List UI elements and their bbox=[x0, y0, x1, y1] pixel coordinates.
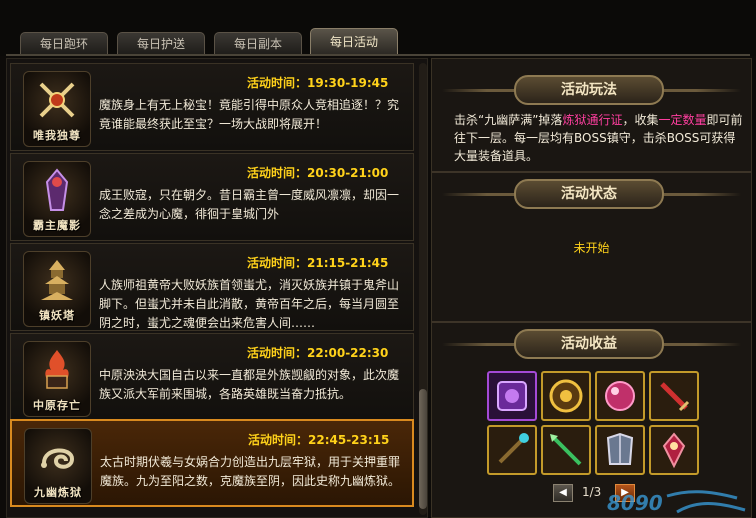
activity-time: 活动时间：20:30-21:00 bbox=[247, 166, 389, 180]
activity-icon-label: 镇妖塔 bbox=[39, 309, 75, 322]
reward-slot[interactable] bbox=[649, 371, 699, 421]
rules-header: 活动玩法 bbox=[432, 73, 751, 107]
red-sword-icon bbox=[660, 382, 690, 412]
section-divider bbox=[432, 171, 751, 173]
rewards-header: 活动收益 bbox=[432, 327, 751, 361]
reward-slot[interactable] bbox=[595, 371, 645, 421]
reward-slot[interactable] bbox=[487, 425, 537, 475]
crossed-swords-icon: 唯我独尊 bbox=[23, 71, 91, 147]
rewards-title: 活动收益 bbox=[514, 329, 664, 359]
status-value: 未开始 bbox=[573, 241, 610, 255]
activity-time: 活动时间：22:45-23:15 bbox=[248, 433, 390, 447]
activity-description: 成王败寇，只在朝夕。昔日霸主曾一度威风凛凛，却因一念之差成为心魔，徘徊于皇城门外 bbox=[99, 188, 400, 221]
activity-icon-label: 中原存亡 bbox=[33, 399, 81, 412]
activity-detail-panel: 活动玩法 击杀“九幽萨满”掉落炼狱通行证，收集一定数量即可前往下一层。每一层均有… bbox=[431, 58, 752, 518]
reward-slot[interactable] bbox=[487, 371, 537, 421]
tab-daily-activity[interactable]: 每日活动 bbox=[310, 28, 398, 55]
tab-daily-loop[interactable]: 每日跑环 bbox=[20, 32, 108, 54]
rules-text-part: 击杀“九幽萨满”掉落 bbox=[454, 113, 563, 127]
activity-time: 活动时间：21:15-21:45 bbox=[247, 256, 389, 270]
activity-time: 活动时间：19:30-19:45 bbox=[247, 76, 389, 90]
reward-slot[interactable] bbox=[541, 371, 591, 421]
activity-description: 魔族身上有无上秘宝！竟能引得中原众人竞相追逐！？究竟谁能最终获此至宝？一场大战即… bbox=[99, 98, 400, 131]
previous-page-button[interactable]: ◀ bbox=[553, 484, 573, 502]
pagoda-icon: 镇妖塔 bbox=[23, 251, 91, 327]
reward-slot[interactable] bbox=[649, 425, 699, 475]
rules-highlight-item: 炼狱通行证 bbox=[562, 113, 623, 127]
activity-item[interactable]: 唯我独尊 活动时间：19:30-19:45 魔族身上有无上秘宝！竟能引得中原众人… bbox=[10, 63, 414, 151]
activity-icon-label: 九幽炼狱 bbox=[34, 486, 82, 499]
svg-text:8090: 8090 bbox=[607, 491, 663, 515]
activity-item[interactable]: 霸主魔影 活动时间：20:30-21:00 成王败寇，只在朝夕。昔日霸主曾一度威… bbox=[10, 153, 414, 241]
activity-description: 人族师祖黄帝大败妖族首领蚩尤，消灭妖族并镇于鬼斧山脚下。但蚩尤并未自此消散，黄帝… bbox=[99, 278, 400, 330]
site-watermark-logo: 8090 bbox=[607, 490, 746, 515]
activity-item[interactable]: 中原存亡 活动时间：22:00-22:30 中原泱泱大国自古以来一直都是外族觊觎… bbox=[10, 333, 414, 421]
activity-description: 太古时期伏羲与女娲合力创造出九层牢狱，用于关押重罪魔族。九为至阳之数，克魔族至阴… bbox=[100, 455, 401, 488]
red-pendant-icon bbox=[662, 432, 686, 469]
activity-icon-label: 唯我独尊 bbox=[33, 129, 81, 142]
rules-highlight-amount: 一定数量 bbox=[658, 113, 707, 127]
activity-time: 活动时间：22:00-22:30 bbox=[247, 346, 389, 360]
jeweled-staff-icon bbox=[498, 433, 529, 464]
activity-item[interactable]: 镇妖塔 活动时间：21:15-21:45 人族师祖黄帝大败妖族首领蚩尤，消灭妖族… bbox=[10, 243, 414, 331]
rules-text-part: ，收集 bbox=[622, 113, 659, 127]
scrollbar-thumb[interactable] bbox=[419, 389, 427, 509]
reward-slot[interactable] bbox=[541, 425, 591, 475]
activity-item-selected[interactable]: 九幽炼狱 活动时间：22:45-23:15 太古时期伏羲与女娲合力创造出九层牢狱… bbox=[10, 419, 414, 507]
tab-daily-dungeon[interactable]: 每日副本 bbox=[214, 32, 302, 54]
purple-book-icon bbox=[497, 381, 527, 411]
armor-icon bbox=[606, 432, 634, 465]
green-spear-icon bbox=[550, 434, 582, 466]
activity-list: 唯我独尊 活动时间：19:30-19:45 魔族身上有无上秘宝！竟能引得中原众人… bbox=[6, 58, 428, 518]
tab-bar: 每日跑环 每日护送 每日副本 每日活动 bbox=[0, 0, 756, 56]
tab-daily-escort[interactable]: 每日护送 bbox=[117, 32, 205, 54]
gold-medallion-icon bbox=[549, 379, 583, 413]
status-header: 活动状态 bbox=[432, 177, 751, 211]
tab-underline bbox=[6, 54, 750, 56]
burning-city-icon: 中原存亡 bbox=[23, 341, 91, 417]
pink-orb-icon bbox=[605, 381, 635, 411]
demon-lord-icon: 霸主魔影 bbox=[23, 161, 91, 237]
rules-text: 击杀“九幽萨满”掉落炼狱通行证，收集一定数量即可前往下一层。每一层均有BOSS镇… bbox=[454, 111, 744, 165]
rules-title: 活动玩法 bbox=[514, 75, 664, 105]
serpent-icon: 九幽炼狱 bbox=[24, 428, 92, 504]
activity-icon-label: 霸主魔影 bbox=[33, 219, 81, 232]
section-divider bbox=[432, 321, 751, 323]
status-title: 活动状态 bbox=[514, 179, 664, 209]
reward-slot[interactable] bbox=[595, 425, 645, 475]
activity-description: 中原泱泱大国自古以来一直都是外族觊觎的对象，此次魔族又派大军前来围城，各路英雄既… bbox=[99, 368, 400, 401]
